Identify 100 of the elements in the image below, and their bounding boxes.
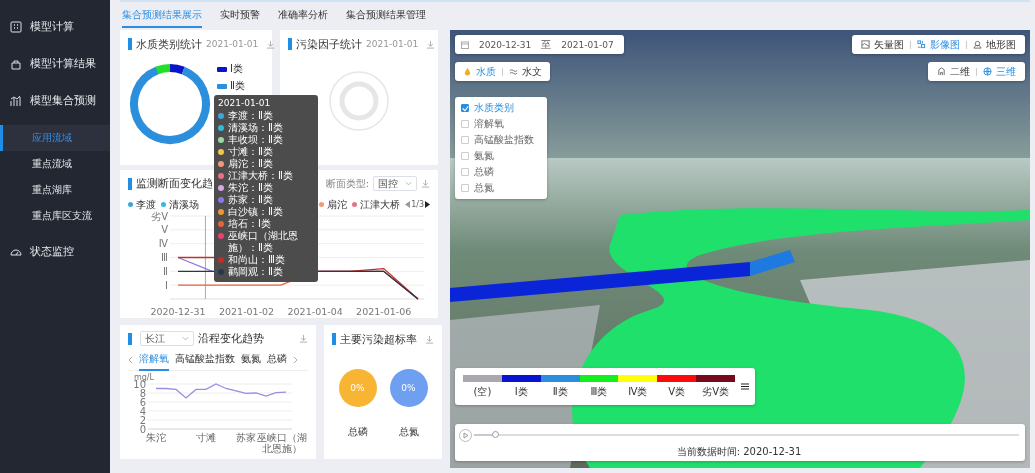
title-marker <box>128 177 132 190</box>
checkbox[interactable] <box>461 184 469 192</box>
sidebar-item[interactable]: 模型计算 <box>0 8 110 45</box>
legend-label: Ⅲ类 <box>590 384 608 399</box>
water-drop-icon <box>463 67 472 76</box>
previous-arrow-icon[interactable] <box>405 201 411 208</box>
basemap-option[interactable]: 影像图 <box>914 37 963 52</box>
axis-tick-label: 寸滩 <box>196 433 216 444</box>
legend-label: (空) <box>473 384 492 399</box>
basemap-option[interactable]: 矢量图 <box>858 37 907 52</box>
section-type-select[interactable]: 国控 <box>373 176 417 191</box>
layer-option[interactable]: 总氮 <box>461 181 541 195</box>
sidebar-subitem[interactable]: 重点流域 <box>0 151 110 177</box>
layer-option[interactable]: 高锰酸盐指数 <box>461 133 541 147</box>
axis-tick-label: Ⅴ <box>161 224 168 236</box>
legend-label: 李渡 <box>136 197 156 211</box>
axis-tick-label: 2 <box>139 414 146 426</box>
tooltip-entry: 苏家：Ⅱ类 <box>228 194 273 206</box>
legend-label: Ⅱ类 <box>552 384 568 399</box>
rate-label: 总氮 <box>398 425 419 439</box>
axis-tick-label: 2021-01-06 <box>356 306 412 317</box>
check-icon <box>460 103 470 113</box>
tooltip-entry: 扇沱：Ⅱ类 <box>228 158 273 170</box>
view-mode-option[interactable]: 三维 <box>980 64 1019 79</box>
rate-circle: 0% <box>338 369 377 407</box>
download-icon[interactable] <box>425 334 434 344</box>
axis-tick-label: Ⅱ <box>163 265 168 277</box>
chevron-left-icon[interactable] <box>128 356 133 365</box>
tooltip-entry: 清溪场：Ⅱ类 <box>228 122 283 134</box>
checkbox[interactable] <box>461 152 469 160</box>
tooltip-title: 2021-01-01 <box>218 98 272 110</box>
tab[interactable]: 实时预警 <box>220 8 260 28</box>
layer-option[interactable]: 总磷 <box>461 165 541 179</box>
panel-title: 主要污染超标率 <box>340 331 417 347</box>
panel-date: 2021-01-01 <box>366 39 419 49</box>
checkbox[interactable] <box>461 168 469 176</box>
sidebar-item[interactable]: 状态监控 <box>0 233 110 270</box>
legend-label: Ⅰ类 <box>514 384 528 399</box>
axis-tick-label: 巫峡口（湖北恩施） <box>256 433 308 455</box>
download-icon[interactable] <box>426 39 436 49</box>
date-range-field[interactable]: 2020-12-31 至 2021-01-07 <box>455 35 624 54</box>
chevron-down-icon <box>182 336 189 342</box>
layer-option[interactable]: 溶解氧 <box>461 117 541 131</box>
axis-tick-label: 6 <box>139 396 146 408</box>
wave-icon <box>509 67 518 76</box>
menu-icon[interactable] <box>741 383 749 390</box>
axis-tick-label: 2021-01-04 <box>287 306 343 317</box>
sidebar-item[interactable]: 模型集合预测 <box>0 82 110 119</box>
tab[interactable]: 高锰酸盐指数 <box>175 349 235 372</box>
tab[interactable]: 氨氮 <box>241 349 261 372</box>
tooltip-entry: 寸滩：Ⅱ类 <box>228 146 273 158</box>
legend-label: Ⅰ类 <box>230 62 243 76</box>
axis-tick-label: 朱沱 <box>146 433 166 444</box>
tooltip-entry: 李渡：Ⅱ类 <box>228 110 273 122</box>
sidebar-subitem[interactable]: 应用流域 <box>0 125 110 151</box>
tab[interactable]: 总磷 <box>267 349 287 372</box>
sidebar-subitem[interactable]: 重点湖库 <box>0 177 110 203</box>
axis-tick-label: 4 <box>139 405 146 417</box>
layer-option[interactable]: 水质类别 <box>461 101 541 115</box>
sidebar-item[interactable]: 模型计算结果 <box>0 45 110 82</box>
axis-tick-label: Ⅰ <box>165 279 168 291</box>
download-icon[interactable] <box>266 39 276 49</box>
checkbox[interactable] <box>461 120 469 128</box>
tooltip-entry: 江津大桥：Ⅱ类 <box>228 170 293 182</box>
legend-label: 江津大桥 <box>360 197 401 212</box>
sidebar-subitem[interactable]: 重点库区支流 <box>0 203 110 229</box>
layer-option[interactable]: 氨氮 <box>461 149 541 163</box>
checkbox[interactable] <box>461 136 469 144</box>
legend-label: 清溪场 <box>169 197 199 212</box>
axis-tick-label: Ⅲ <box>161 252 168 263</box>
timeline-handle[interactable] <box>491 431 499 438</box>
play-icon[interactable] <box>459 428 472 442</box>
tooltip-entry: 白沙镇：Ⅱ类 <box>228 206 283 218</box>
tab[interactable]: 集合预测结果管理 <box>346 8 426 28</box>
basemap-option[interactable]: 地形图 <box>970 37 1019 52</box>
tab[interactable]: 溶解氧 <box>139 349 169 372</box>
tab[interactable]: 准确率分析 <box>278 8 328 28</box>
axis-tick-label: 0 <box>139 423 146 434</box>
view-mode-option[interactable]: 二维 <box>934 64 973 79</box>
start-date: 2020-12-31 <box>479 39 532 50</box>
globe-icon <box>983 67 992 76</box>
checkbox[interactable] <box>461 104 469 112</box>
theme-option[interactable]: 水文 <box>506 64 545 79</box>
bar-chart-icon <box>10 94 22 107</box>
chevron-right-icon[interactable] <box>293 356 298 365</box>
grid-icon <box>10 20 22 33</box>
next-arrow-icon[interactable] <box>425 201 430 208</box>
legend-label: 劣Ⅴ类 <box>702 384 729 399</box>
theme-option[interactable]: 水质 <box>460 64 499 79</box>
image-icon <box>917 40 926 49</box>
axis-tick-label: 劣Ⅴ <box>151 211 168 222</box>
legend-label: Ⅳ类 <box>628 384 648 399</box>
download-icon[interactable] <box>299 334 308 344</box>
chevron-down-icon <box>405 181 412 186</box>
panel-title: 水质类别统计 <box>136 36 202 52</box>
field-label: 断面类型: <box>325 176 369 191</box>
download-icon[interactable] <box>421 179 430 188</box>
panel-title: 污染因子统计 <box>296 36 362 52</box>
tooltip-entry: 朱沱：Ⅱ类 <box>228 182 273 194</box>
river-select[interactable]: 长江 <box>140 331 194 347</box>
